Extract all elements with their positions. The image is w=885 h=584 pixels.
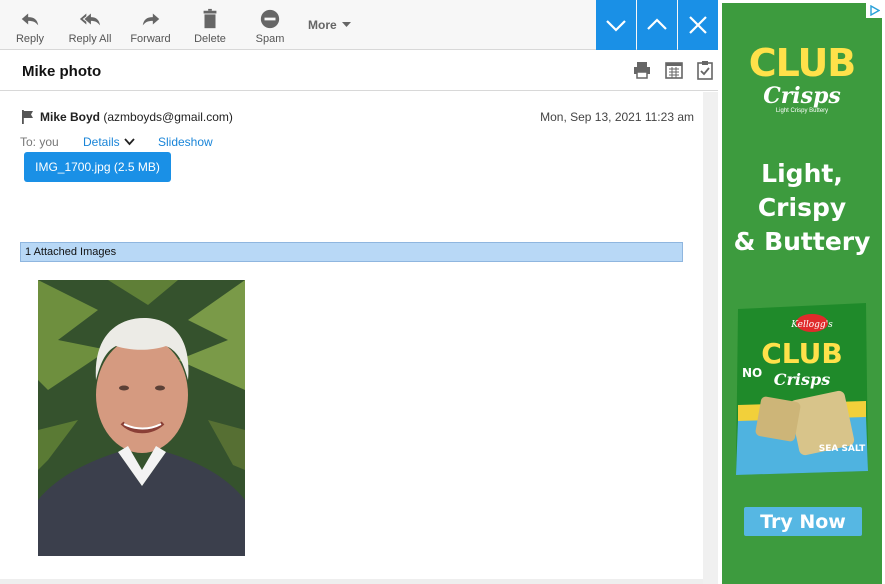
slideshow-link[interactable]: Slideshow xyxy=(158,135,213,149)
calendar-icon[interactable] xyxy=(664,60,684,80)
sender-line: Mike Boyd (azmboyds@gmail.com) xyxy=(21,110,233,124)
reply-all-icon xyxy=(79,13,101,26)
ad-brand-tagline: Light Crispy Buttery xyxy=(775,108,829,114)
reply-all-label: Reply All xyxy=(68,33,112,45)
package-flag: NO xyxy=(742,366,762,380)
forward-label: Forward xyxy=(130,33,171,45)
more-button[interactable]: More xyxy=(308,18,351,32)
package-logo-subtitle: Crisps xyxy=(774,370,830,389)
task-icon[interactable] xyxy=(695,60,715,80)
reply-icon xyxy=(21,13,39,26)
flag-icon[interactable] xyxy=(21,110,34,124)
message-date: Mon, Sep 13, 2021 11:23 am xyxy=(540,110,694,124)
message-body: Mike Boyd (azmboyds@gmail.com) Mon, Sep … xyxy=(0,92,703,580)
ad-headline-line: Crispy xyxy=(757,193,847,222)
ad-brand-subtitle: Crisps xyxy=(763,83,841,109)
sender-email: (azmboyds@gmail.com) xyxy=(103,110,233,124)
previous-message-button[interactable] xyxy=(637,0,677,50)
package-flavor: SEA SALT xyxy=(819,444,866,454)
package-brand: Kellogg's xyxy=(790,320,833,330)
bottom-divider xyxy=(0,579,703,584)
reply-button[interactable]: Reply xyxy=(10,0,50,50)
trash-icon xyxy=(203,8,217,29)
next-message-button[interactable] xyxy=(596,0,636,50)
chevron-up-icon xyxy=(647,18,667,30)
reply-all-button[interactable]: Reply All xyxy=(65,0,115,50)
attachment-button[interactable]: IMG_1700.jpg (2.5 MB) xyxy=(24,152,171,182)
subject-bar: Mike photo xyxy=(0,51,718,91)
recipient-line: To: you xyxy=(20,135,59,149)
more-label: More xyxy=(308,18,337,32)
reply-label: Reply xyxy=(15,33,45,45)
delete-label: Delete xyxy=(194,33,226,45)
close-icon xyxy=(689,16,707,34)
advertisement[interactable]: CLUB Crisps Light Crispy Buttery Light, … xyxy=(722,3,882,584)
ad-brand-logo: CLUB xyxy=(748,41,857,85)
chevron-down-icon xyxy=(124,138,135,146)
details-link[interactable]: Details xyxy=(83,135,135,149)
spam-button[interactable]: Spam xyxy=(250,0,290,50)
attached-photo[interactable] xyxy=(38,280,245,556)
attached-images-bar: 1 Attached Images xyxy=(20,242,683,262)
ad-headline-line: & Buttery xyxy=(733,227,871,256)
spam-label: Spam xyxy=(255,33,285,45)
message-toolbar: Reply Reply All Forward Delete Spam More xyxy=(0,0,718,50)
message-subject: Mike photo xyxy=(22,63,102,80)
email-client: Reply Reply All Forward Delete Spam More xyxy=(0,0,885,584)
delete-button[interactable]: Delete xyxy=(190,0,230,50)
forward-button[interactable]: Forward xyxy=(128,0,173,50)
ad-cta-button[interactable]: Try Now xyxy=(744,507,862,536)
package-logo: CLUB xyxy=(761,337,842,370)
close-message-button[interactable] xyxy=(678,0,718,50)
spam-icon xyxy=(260,9,280,29)
chevron-down-icon xyxy=(606,20,626,32)
chevron-down-icon xyxy=(341,22,351,27)
details-label: Details xyxy=(83,135,120,149)
forward-icon xyxy=(142,13,159,26)
portrait-image xyxy=(38,280,245,556)
print-icon[interactable] xyxy=(632,60,652,80)
sender-name[interactable]: Mike Boyd xyxy=(40,110,100,124)
vertical-scrollbar[interactable] xyxy=(703,92,718,584)
ad-headline-line: Light, xyxy=(761,159,843,188)
product-package-image: Kellogg's CLUB Crisps NO SEA SALT xyxy=(736,303,868,475)
ad-choices-icon[interactable] xyxy=(866,3,882,18)
